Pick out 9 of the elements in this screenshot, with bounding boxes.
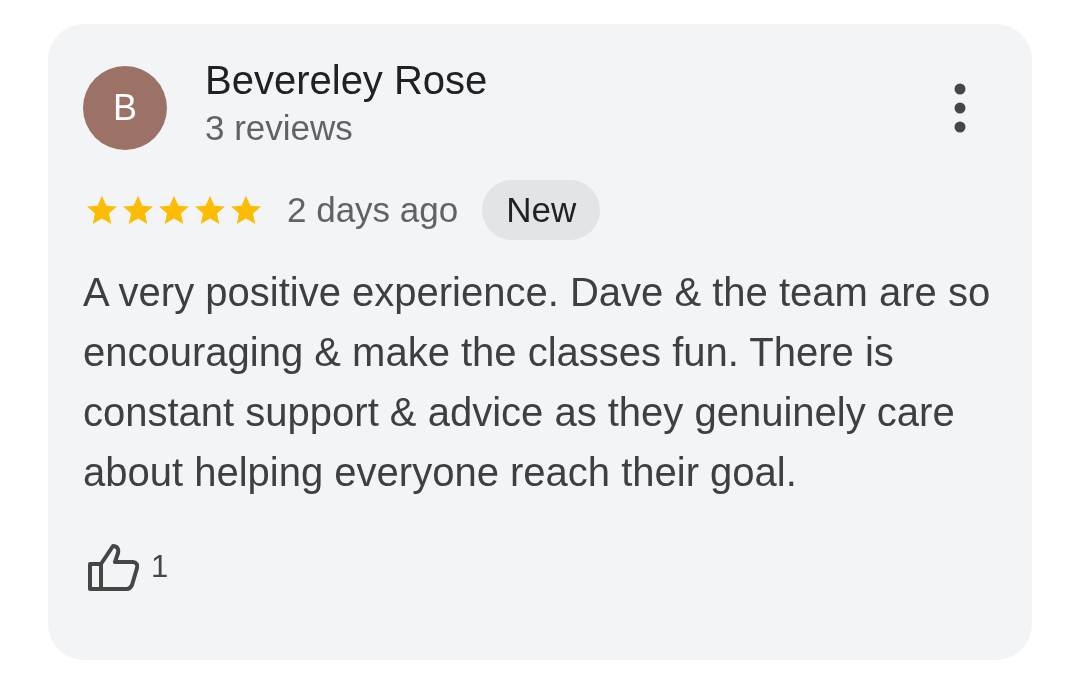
review-text: A very positive experience. Dave & the team are so encouraging & make the classes fun. There is constant support & advice as they genuinely care about helping everyone reach their goal. xyxy=(83,269,992,496)
more-options-icon[interactable] xyxy=(954,83,966,133)
review-time: 2 days ago xyxy=(287,188,459,231)
review-count: 3 reviews xyxy=(205,107,354,149)
thumbs-up-icon[interactable] xyxy=(87,542,139,592)
like-count: 1 xyxy=(151,547,169,586)
avatar: B xyxy=(83,66,167,150)
new-badge: New xyxy=(482,180,601,240)
author-name[interactable]: Bevereley Rose xyxy=(205,56,954,104)
